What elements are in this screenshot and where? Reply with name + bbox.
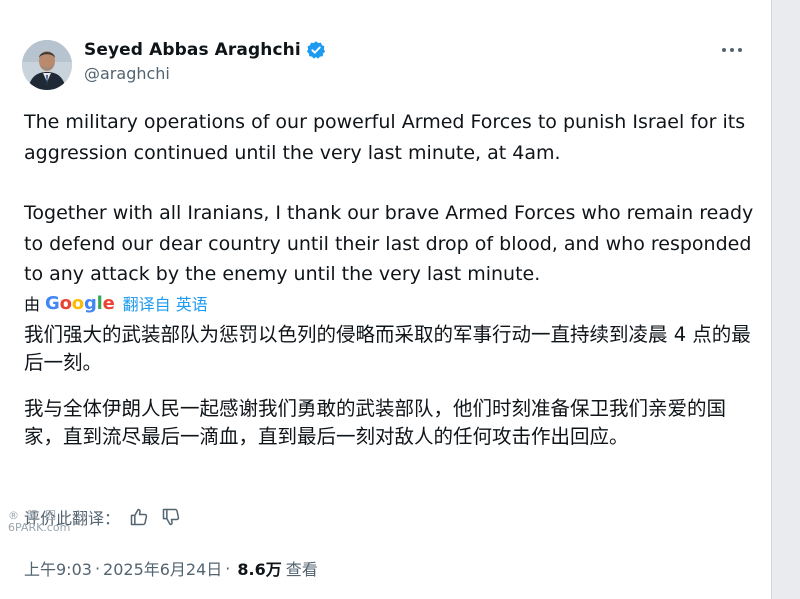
meta-separator-2: · [225, 558, 231, 578]
translated-text-paragraph-1: 我们强大的武装部队为惩罚以色列的侵略而采取的军事行动一直持续到凌晨 4 点的最后… [24, 323, 751, 374]
verified-badge-icon [306, 40, 326, 60]
tweet-card: Seyed Abbas Araghchi @araghchi The milit… [0, 0, 772, 599]
tweet-meta: 上午9:03 · 2025年6月24日 · 8.6万 查看 [24, 556, 318, 580]
thumbs-down-icon[interactable] [158, 506, 184, 528]
translation-attribution: 由 Google 翻译自 英语 [24, 291, 208, 315]
author-display-name[interactable]: Seyed Abbas Araghchi [84, 40, 301, 60]
tweet-text-paragraph-2: Together with all Iranians, I thank our … [24, 202, 754, 285]
views-label: 查看 [285, 560, 318, 579]
watermark-line-2: 6PARK.com [8, 521, 71, 534]
google-logo-letter: o [71, 292, 84, 314]
more-options-icon[interactable] [717, 40, 747, 60]
avatar[interactable] [22, 40, 72, 90]
google-logo: Google [45, 293, 115, 314]
google-logo-letter: o [59, 292, 72, 314]
view-count: 8.6万 [237, 560, 282, 579]
translated-by-label: 由 [24, 295, 41, 314]
translated-text-paragraph-2: 我与全体伊朗人民一起感谢我们勇敢的武装部队，他们时刻准备保卫我们亲爱的国家，直到… [24, 397, 727, 448]
tweet-date[interactable]: 2025年6月24日 [103, 556, 222, 580]
google-logo-letter: g [83, 292, 97, 314]
tweet-time[interactable]: 上午9:03 [24, 556, 92, 580]
meta-separator: · [94, 558, 101, 578]
author-handle[interactable]: @araghchi [84, 64, 170, 83]
translated-from-link[interactable]: 翻译自 英语 [123, 291, 208, 315]
tweet-text-paragraph-1: The military operations of our powerful … [24, 111, 746, 164]
google-logo-letter: e [102, 292, 115, 314]
site-watermark: ® 留 园 6PARK.com [8, 510, 70, 534]
avatar-image [22, 40, 72, 90]
google-logo-letter: G [45, 292, 60, 314]
author-name-row[interactable]: Seyed Abbas Araghchi [84, 39, 326, 61]
thumbs-up-icon[interactable] [126, 506, 152, 528]
